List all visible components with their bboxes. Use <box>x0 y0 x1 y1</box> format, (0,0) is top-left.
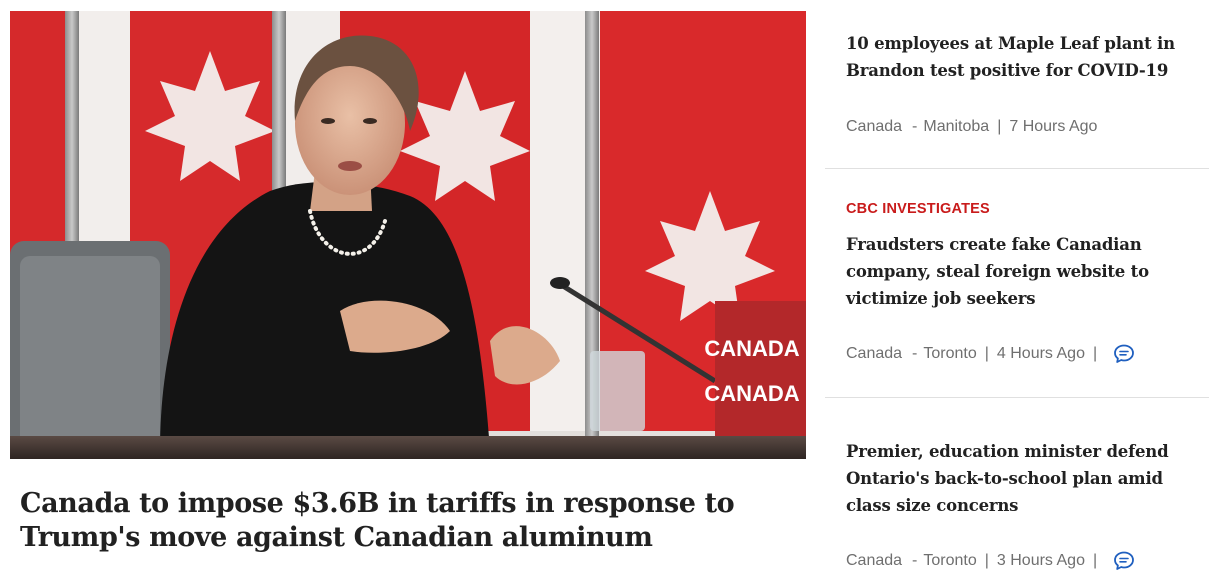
story-meta: Canada - Toronto | 3 Hours Ago | <box>846 550 1135 571</box>
story-timestamp: 4 Hours Ago <box>996 345 1085 362</box>
meta-separator: | <box>984 552 989 569</box>
story-headline[interactable]: Premier, education minister defend Ontar… <box>846 438 1186 519</box>
story-flag[interactable]: CBC INVESTIGATES <box>846 201 990 217</box>
story-category[interactable]: Canada <box>846 345 902 363</box>
lead-story-image[interactable]: CANADA CANADA <box>10 11 806 459</box>
story-meta: Canada - Toronto | 4 Hours Ago | <box>846 343 1135 365</box>
story-timestamp: 3 Hours Ago <box>996 552 1085 569</box>
story-card[interactable]: Premier, education minister defend Ontar… <box>825 398 1209 571</box>
news-page: CANADA CANADA Canada to impose $3.6B in … <box>0 0 1209 571</box>
story-headline[interactable]: 10 employees at Maple Leaf plant in Bran… <box>846 30 1186 84</box>
story-category[interactable]: Canada <box>846 118 902 136</box>
meta-dash: - <box>912 552 918 569</box>
comment-bubble-icon[interactable] <box>1113 343 1135 365</box>
story-card[interactable]: 10 employees at Maple Leaf plant in Bran… <box>825 0 1209 168</box>
lead-story-headline[interactable]: Canada to impose $3.6B in tariffs in res… <box>20 487 780 555</box>
story-meta: Canada - Manitoba | 7 Hours Ago <box>846 116 1097 138</box>
meta-separator: | <box>1092 345 1098 362</box>
story-headline[interactable]: Fraudsters create fake Canadian company,… <box>846 231 1186 312</box>
lead-story[interactable]: CANADA CANADA <box>10 11 806 459</box>
meta-separator: | <box>997 118 1002 135</box>
comment-bubble-icon[interactable] <box>1113 550 1135 571</box>
story-region[interactable]: Manitoba <box>923 118 989 136</box>
meta-dash: - <box>912 118 918 135</box>
story-timestamp: 7 Hours Ago <box>1009 118 1098 135</box>
side-stories: 10 employees at Maple Leaf plant in Bran… <box>825 0 1209 571</box>
story-region[interactable]: Toronto <box>923 345 976 363</box>
sign-text-bottom: CANADA <box>704 381 799 406</box>
sign-text-top: CANADA <box>704 336 799 361</box>
story-card[interactable]: CBC INVESTIGATES Fraudsters create fake … <box>825 169 1209 397</box>
meta-dash: - <box>912 345 918 362</box>
story-region[interactable]: Toronto <box>923 552 976 570</box>
story-category[interactable]: Canada <box>846 552 902 570</box>
meta-separator: | <box>1092 552 1098 569</box>
meta-separator: | <box>984 345 989 362</box>
